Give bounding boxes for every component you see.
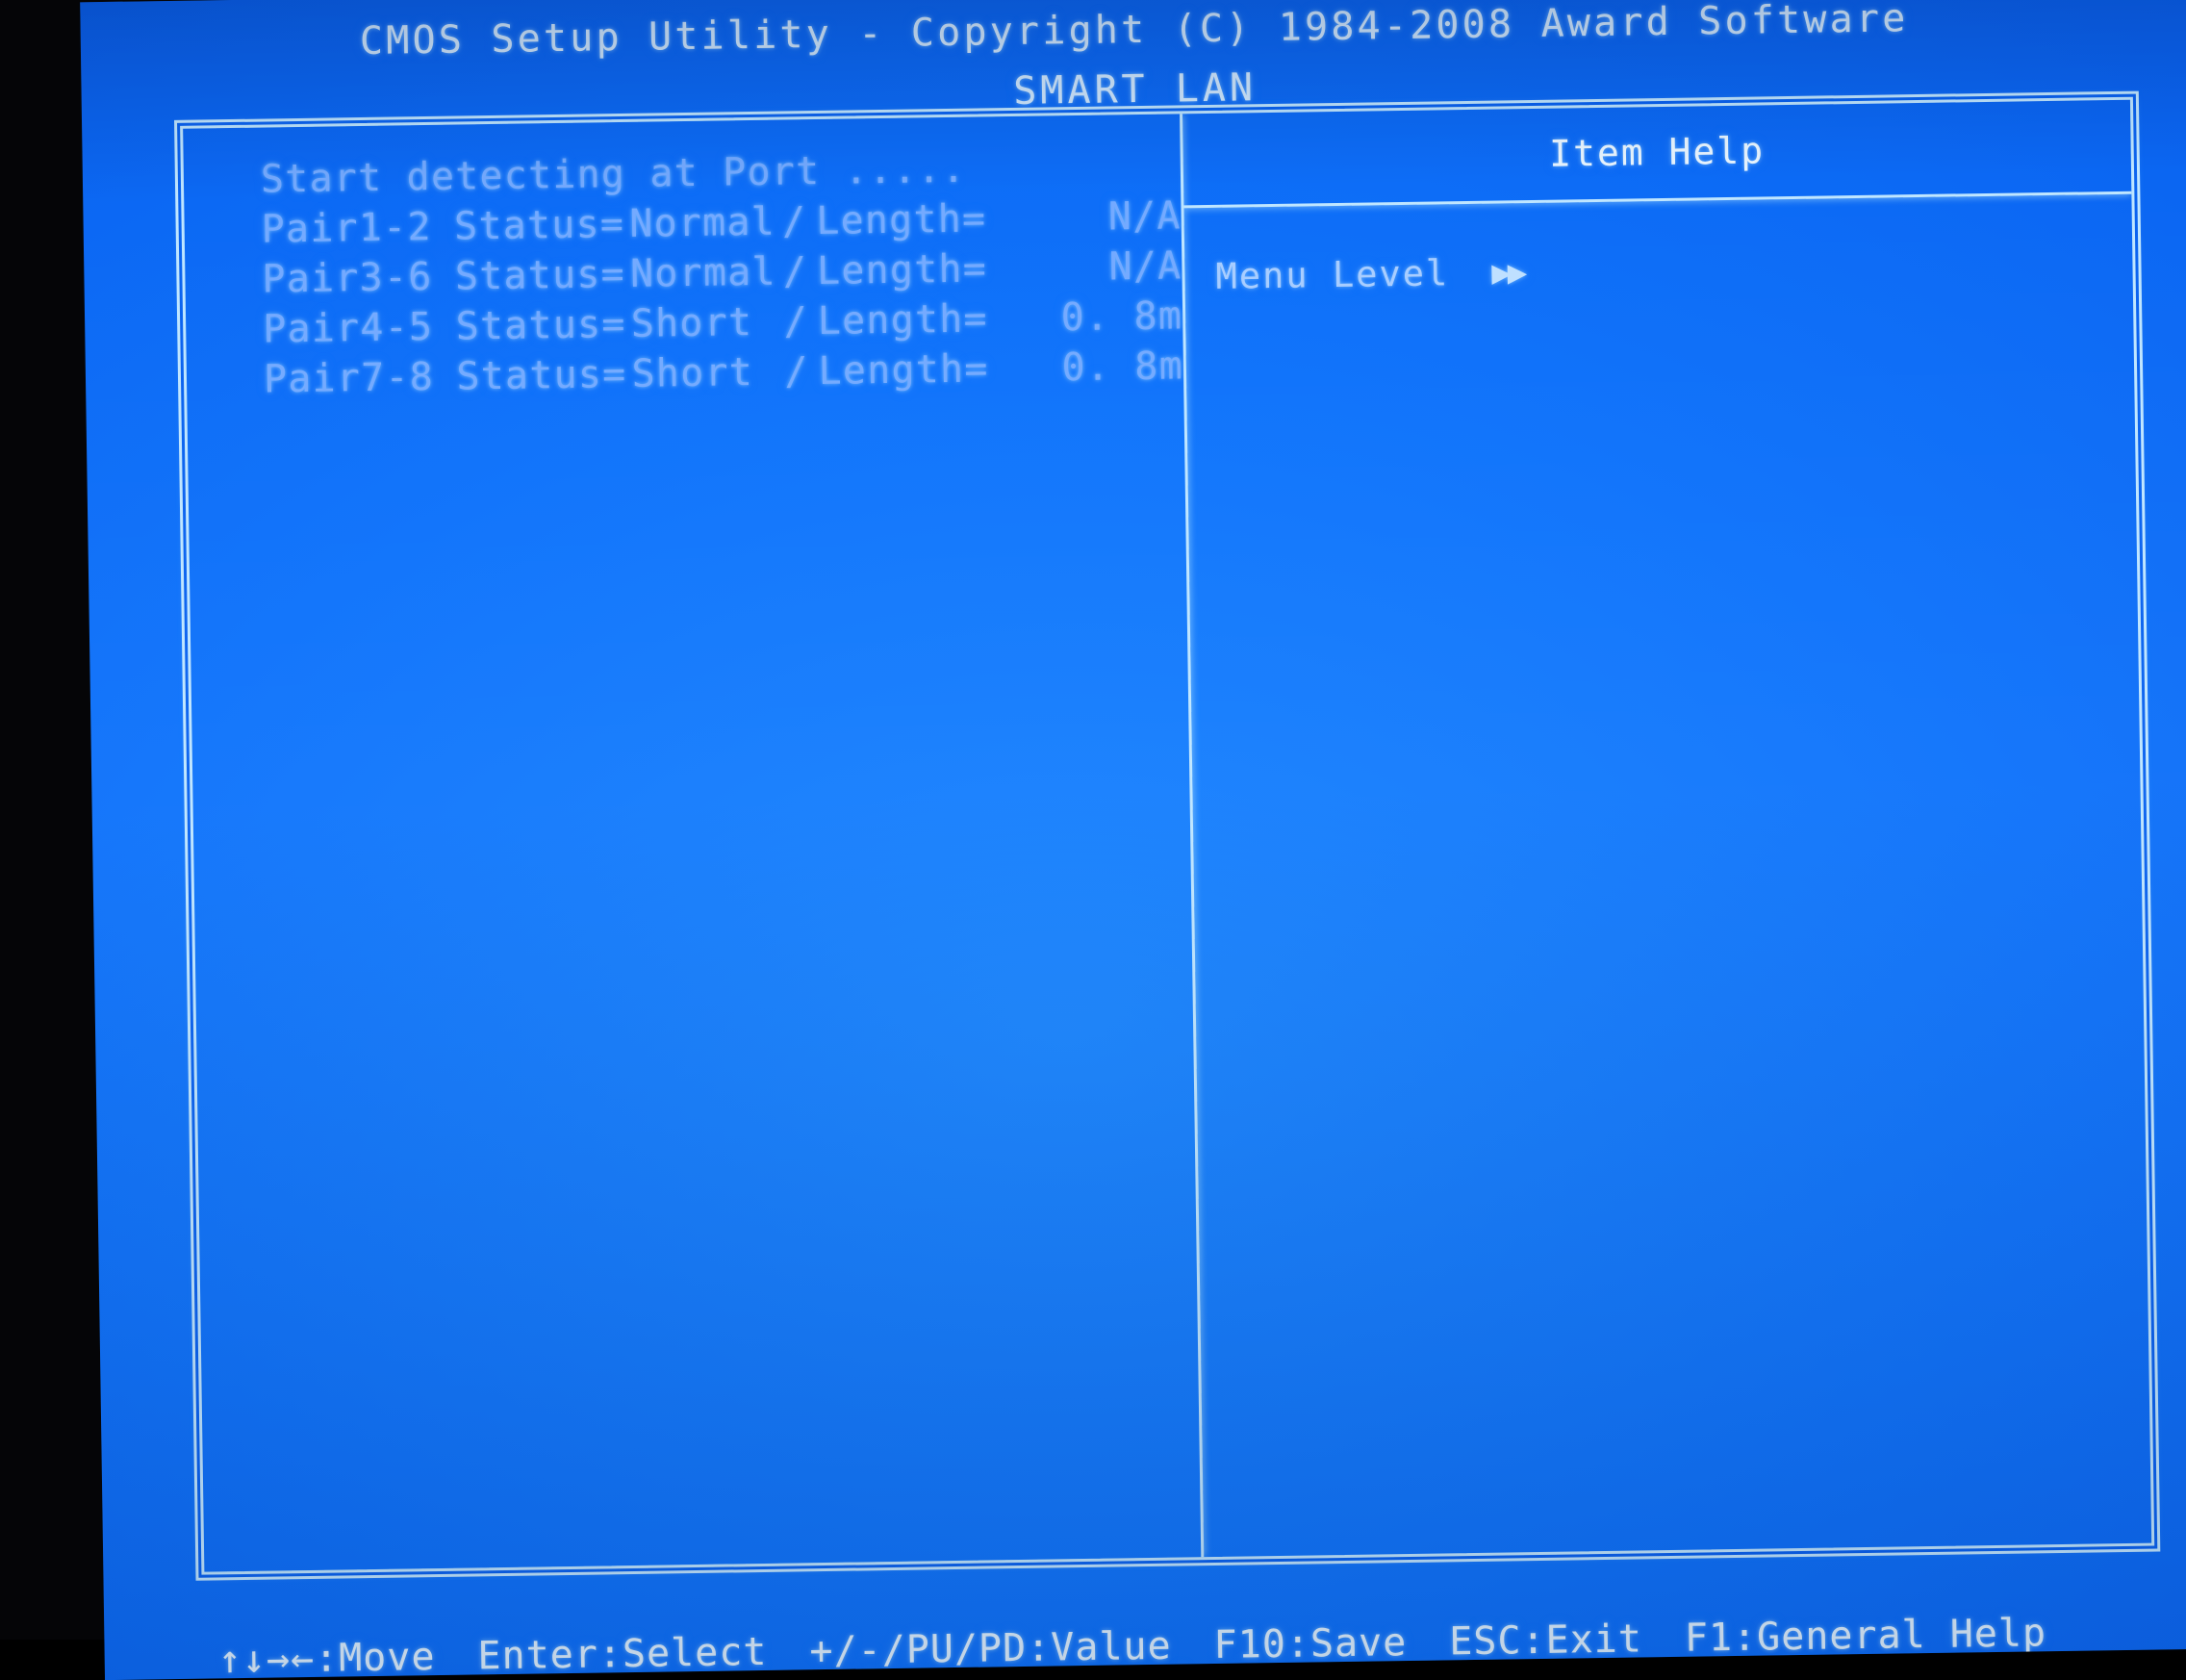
item-help-pane: Item Help Menu Level ▶▶ [1182, 99, 2151, 1557]
length-key: Length [816, 246, 964, 294]
key-legend: ↑↓→←:Move Enter:Select +/-/PU/PD:Value F… [217, 1609, 2186, 1680]
item-help-body: Menu Level ▶▶ [1183, 194, 2132, 298]
status-key: Status [456, 352, 603, 399]
legend-key-move[interactable]: ↑↓→←:Move [217, 1635, 435, 1680]
menu-level-row: Menu Level ▶▶ [1215, 242, 2133, 297]
double-right-arrow-icon: ▶▶ [1490, 252, 1524, 293]
length-key: Length [818, 346, 965, 394]
equals-sign: = [601, 351, 627, 397]
length-value: N/A [1108, 243, 1182, 290]
length-value: N/A [1107, 193, 1182, 240]
item-help-title: Item Help [1182, 99, 2132, 209]
equals-sign: = [963, 346, 989, 392]
length-key: Length [815, 196, 963, 244]
equals-sign: = [962, 246, 988, 292]
pair-label: Pair3-6 [262, 254, 433, 302]
equals-sign: = [600, 301, 626, 347]
monitor-bezel: CMOS Setup Utility - Copyright (C) 1984-… [0, 0, 2186, 1680]
equals-sign: = [600, 251, 626, 297]
separator: / [782, 249, 808, 294]
length-value: 0. 8m [1061, 344, 1184, 391]
main-pane: Start detecting at Port ..... Pair1-2 St… [183, 114, 1205, 1572]
status-key: Status [454, 252, 601, 299]
status-value: Normal [628, 199, 776, 246]
status-key: Status [455, 302, 602, 349]
length-value: 0. 8m [1060, 293, 1183, 341]
pair-label: Pair1-2 [261, 204, 433, 252]
status-value: Short [631, 350, 754, 396]
pair-label: Pair4-5 [262, 304, 434, 352]
bios-screen: CMOS Setup Utility - Copyright (C) 1984-… [80, 0, 2186, 1680]
menu-level-label: Menu Level [1215, 252, 1450, 297]
pair-label: Pair7-8 [263, 354, 435, 402]
separator: / [781, 199, 807, 244]
equals-sign: = [963, 296, 989, 342]
separator: / [783, 349, 809, 395]
legend-key-enter-select[interactable]: Enter:Select [477, 1630, 768, 1678]
separator: / [783, 299, 809, 344]
setup-frame: Start detecting at Port ..... Pair1-2 St… [180, 96, 2155, 1575]
detection-report: Start detecting at Port ..... Pair1-2 St… [183, 114, 1184, 405]
status-key: Status [453, 202, 601, 249]
status-value: Normal [629, 249, 777, 296]
equals-sign: = [599, 201, 625, 247]
length-key: Length [817, 296, 964, 344]
status-value: Short [630, 300, 753, 346]
equals-sign: = [961, 196, 987, 242]
